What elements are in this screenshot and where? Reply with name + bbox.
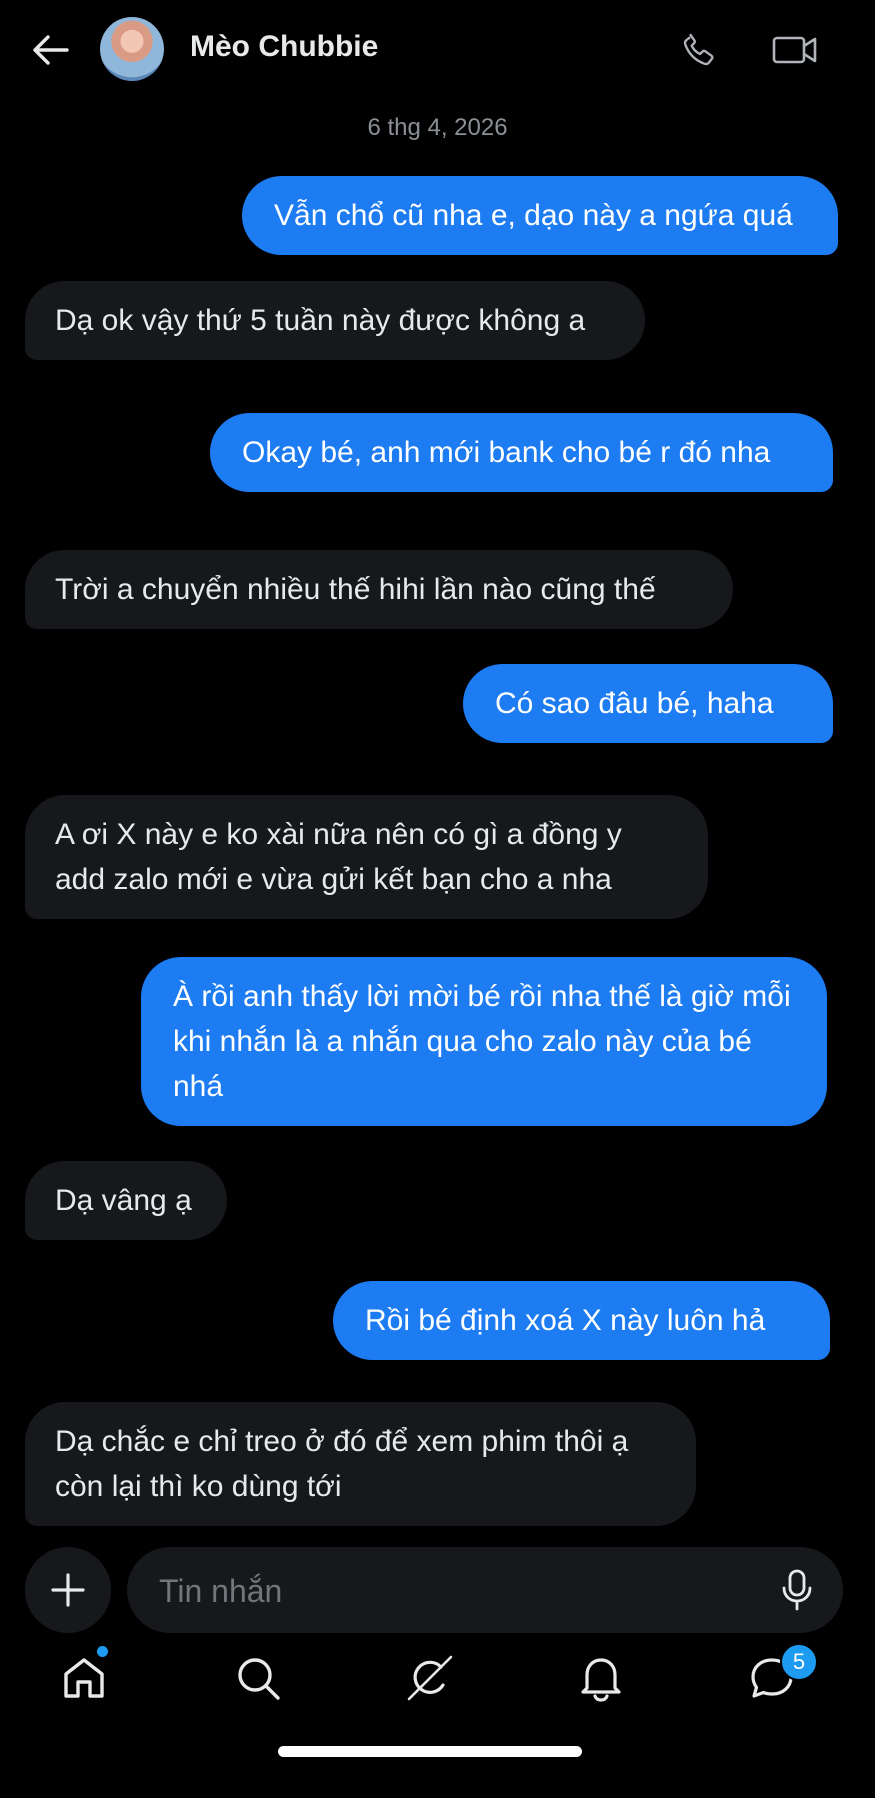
message-input[interactable] — [157, 1547, 741, 1635]
video-call-button[interactable] — [768, 25, 822, 75]
call-button[interactable] — [674, 25, 724, 75]
messages-badge: 5 — [780, 1643, 818, 1681]
microphone-icon — [782, 1569, 812, 1611]
avatar[interactable] — [100, 17, 164, 81]
voice-message-button[interactable] — [777, 1567, 817, 1613]
sent-message[interactable]: Rồi bé định xoá X này luôn hả — [333, 1281, 830, 1360]
add-attachment-button[interactable] — [25, 1547, 111, 1633]
received-message[interactable]: Dạ vâng ạ — [25, 1161, 227, 1240]
contact-name[interactable]: Mèo Chubbie — [190, 30, 378, 64]
chat-header: Mèo Chubbie — [0, 0, 875, 100]
sent-message[interactable]: Vẫn chổ cũ nha e, dạo này a ngứa quá — [242, 176, 838, 255]
back-button[interactable] — [28, 28, 72, 72]
video-camera-icon — [772, 36, 817, 64]
nav-home[interactable] — [54, 1648, 114, 1708]
sent-message[interactable]: Okay bé, anh mới bank cho bé r đó nha — [210, 413, 833, 492]
sent-message[interactable]: Có sao đâu bé, haha — [463, 664, 833, 743]
home-icon — [64, 1658, 104, 1698]
nav-search[interactable] — [228, 1648, 288, 1708]
received-message[interactable]: Dạ ok vậy thứ 5 tuần này được không a — [25, 281, 645, 360]
nav-grok[interactable] — [400, 1648, 460, 1708]
back-arrow-icon — [33, 35, 69, 65]
search-icon — [238, 1658, 280, 1700]
plus-icon — [51, 1573, 85, 1607]
received-message[interactable]: Trời a chuyển nhiều thế hihi lần nào cũn… — [25, 550, 733, 629]
nav-notifications[interactable] — [571, 1648, 631, 1708]
received-message[interactable]: Dạ chắc e chỉ treo ở đó để xem phim thôi… — [25, 1402, 696, 1526]
grok-icon — [407, 1655, 453, 1701]
bell-icon — [581, 1658, 621, 1702]
home-indicator — [278, 1746, 582, 1757]
phone-icon — [683, 33, 714, 66]
received-message[interactable]: A ơi X này e ko xài nữa nên có gì a đồng… — [25, 795, 708, 919]
message-field[interactable] — [127, 1547, 843, 1635]
date-divider: 6 thg 4, 2026 — [367, 114, 508, 141]
unread-dot — [97, 1646, 108, 1657]
sent-message[interactable]: À rồi anh thấy lời mời bé rồi nha thế là… — [141, 957, 827, 1126]
